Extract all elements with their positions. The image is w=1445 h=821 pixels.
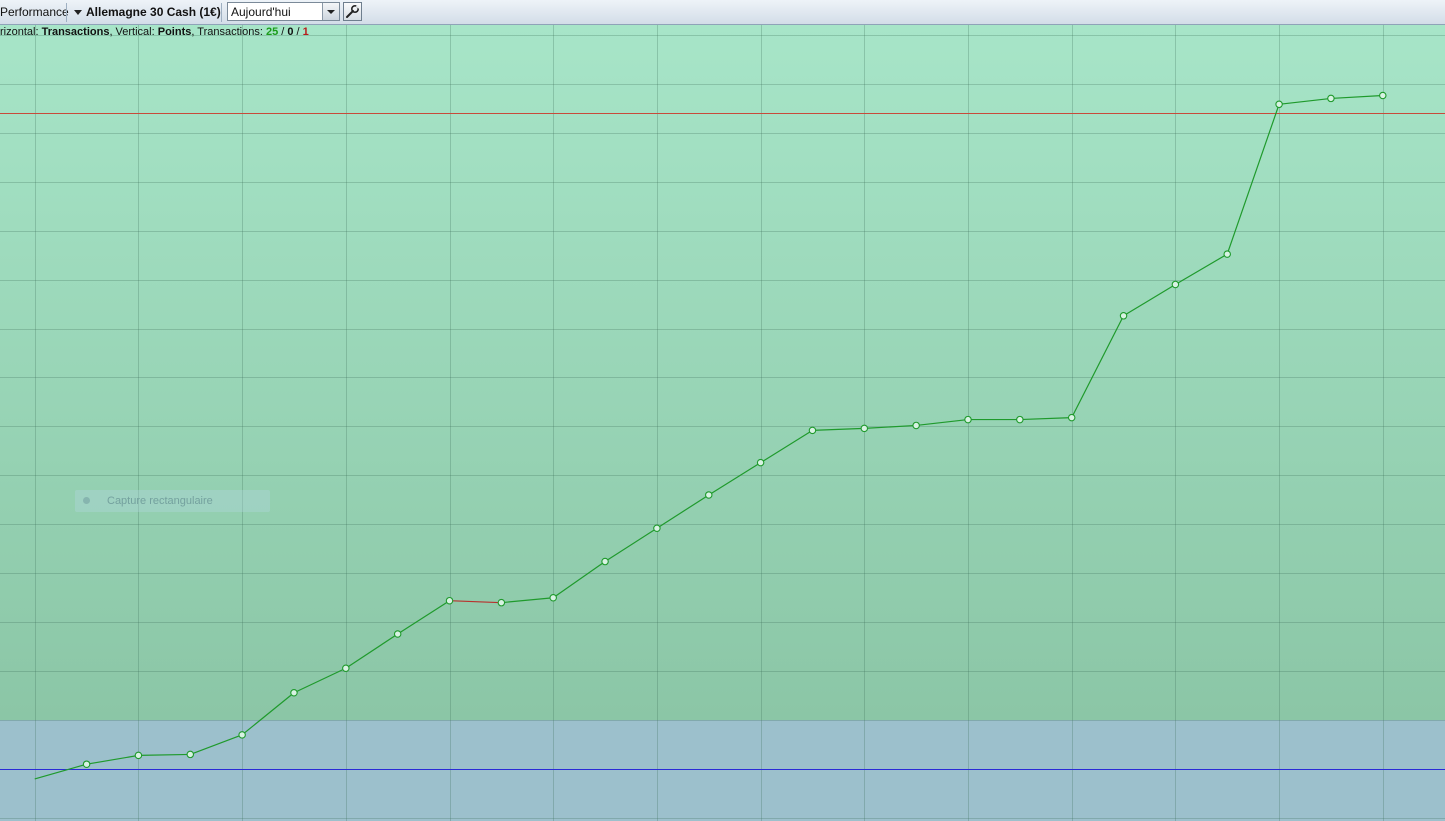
data-point bbox=[860, 424, 869, 433]
loss-zone bbox=[0, 720, 1445, 821]
data-point bbox=[1016, 415, 1024, 424]
data-point bbox=[238, 731, 246, 739]
horizontal-axis-value: Transactions bbox=[41, 26, 110, 38]
data-point bbox=[1171, 280, 1180, 289]
vertical-axis-prefix: , Vertical: bbox=[109, 26, 158, 38]
data-point bbox=[601, 557, 609, 566]
data-point bbox=[497, 598, 506, 607]
data-point bbox=[445, 596, 454, 605]
data-point bbox=[393, 630, 402, 638]
data-point bbox=[82, 760, 91, 768]
data-point bbox=[134, 751, 143, 760]
capture-icon bbox=[83, 497, 90, 504]
toolbar-separator bbox=[221, 3, 222, 22]
data-point bbox=[1067, 413, 1076, 422]
data-point bbox=[653, 524, 661, 533]
data-point bbox=[912, 421, 920, 430]
performance-tab[interactable]: Performance bbox=[0, 5, 69, 19]
data-point bbox=[1379, 91, 1387, 100]
losses-count: 1 bbox=[302, 26, 309, 38]
data-point bbox=[290, 688, 298, 697]
data-point bbox=[705, 491, 713, 499]
capture-label: Capture rectangulaire bbox=[107, 495, 213, 507]
toolbar: Performance Allemagne 30 Cash (1€) Aujou… bbox=[0, 0, 1445, 25]
dropdown-triangle-icon bbox=[74, 10, 82, 16]
data-point bbox=[549, 594, 557, 602]
performance-chart[interactable] bbox=[0, 25, 1445, 821]
slash-separator: / bbox=[278, 26, 288, 38]
data-point bbox=[1119, 312, 1128, 320]
instrument-dropdown[interactable]: Allemagne 30 Cash (1€) bbox=[74, 5, 221, 19]
toolbar-separator bbox=[66, 3, 67, 22]
data-point bbox=[1275, 100, 1283, 109]
capture-overlay: Capture rectangulaire bbox=[75, 490, 270, 512]
data-point bbox=[1327, 94, 1335, 103]
chevron-down-icon[interactable] bbox=[322, 3, 339, 20]
horizontal-axis-prefix: rizontal: bbox=[0, 26, 42, 38]
data-point bbox=[808, 426, 817, 435]
data-point bbox=[186, 750, 195, 759]
data-point bbox=[756, 458, 765, 467]
data-point bbox=[964, 415, 972, 424]
data-point bbox=[342, 664, 350, 673]
transactions-prefix: , Transactions: bbox=[191, 26, 266, 38]
wins-count: 25 bbox=[265, 26, 279, 38]
data-point bbox=[1223, 250, 1231, 258]
slash-separator: / bbox=[293, 26, 303, 38]
settings-button[interactable] bbox=[343, 2, 362, 21]
wrench-icon bbox=[346, 4, 360, 18]
vertical-axis-value: Points bbox=[157, 26, 192, 38]
period-select-value: Aujourd'hui bbox=[231, 5, 291, 19]
instrument-label: Allemagne 30 Cash (1€) bbox=[86, 5, 221, 19]
profit-zone bbox=[0, 25, 1445, 720]
chart-info-line: rizontal: Transactions, Vertical: Points… bbox=[0, 26, 309, 38]
period-select[interactable]: Aujourd'hui bbox=[227, 2, 340, 21]
